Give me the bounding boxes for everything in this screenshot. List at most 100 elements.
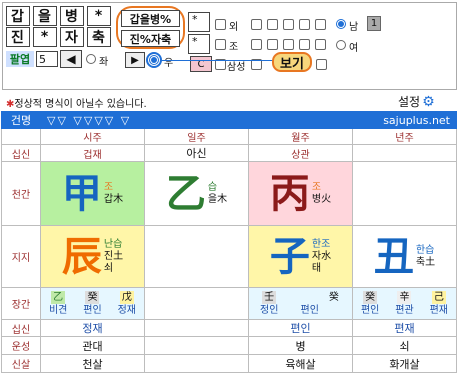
row-label-sipsin-2: 십신: [1, 319, 41, 337]
janggan-hour-char-1: 乙: [51, 290, 66, 304]
right-radio[interactable]: [146, 52, 162, 68]
option-checkbox-2[interactable]: [267, 19, 278, 30]
stem-month-note1: 조: [311, 181, 322, 193]
janggan-hour-char-3: 戊: [119, 290, 134, 304]
sipsin-hour: 겁재: [40, 144, 145, 162]
stem-cell-3[interactable]: 병: [60, 6, 84, 26]
jo-checkbox[interactable]: [215, 39, 226, 50]
column-day: 일주: [144, 128, 249, 145]
unseong-row: 운성 관대 병 쇠: [1, 336, 457, 355]
left-radio[interactable]: [86, 54, 96, 64]
option-checkbox-6[interactable]: [251, 39, 262, 50]
sinsal-hour: 천살: [40, 354, 145, 373]
row-label-unseong: 운성: [1, 336, 41, 355]
stem-hour[interactable]: 甲 조 갑木: [40, 161, 145, 226]
branch-cell-2[interactable]: *: [33, 27, 57, 47]
female-label: 여: [349, 43, 359, 54]
settings-button[interactable]: 설정 ⚙: [398, 93, 435, 110]
oe-checkbox[interactable]: [215, 19, 226, 30]
janggan-month-label-1: 정인: [260, 304, 279, 316]
branch-hour[interactable]: 辰 난습 진土 쇠: [40, 225, 145, 288]
stem-day-note1: 습: [207, 181, 218, 193]
janggan-month-label-2: 편인: [300, 304, 319, 316]
option-checkbox-3[interactable]: [283, 19, 294, 30]
janggan-hour-char-2: 癸: [85, 290, 100, 304]
branch-cell-4[interactable]: 축: [87, 27, 111, 47]
sipsin-bottom-month: 편인: [248, 319, 353, 337]
janggan-day: [144, 287, 249, 320]
female-radio[interactable]: [336, 40, 346, 50]
stem-cell-4[interactable]: *: [87, 6, 111, 26]
star-input-1[interactable]: *: [188, 12, 210, 32]
janggan-year-char-3: 己: [431, 290, 446, 304]
stem-year[interactable]: [352, 161, 457, 226]
sipsin-year: [352, 144, 457, 162]
branch-year-note1: 한습: [415, 244, 435, 256]
stem-cell-2[interactable]: 을: [33, 6, 57, 26]
sinsal-row: 신살 천살 육해살 화개살: [1, 354, 457, 373]
janggan-year-label-2: 편관: [395, 304, 414, 316]
stem-month[interactable]: 丙 조 병火: [248, 161, 353, 226]
view-button[interactable]: 보기: [272, 52, 312, 72]
column-year: 년주: [352, 128, 457, 145]
row-label-sinsal: 신살: [1, 354, 41, 373]
ji-input[interactable]: 진%자축: [121, 30, 180, 47]
right-arrow-button[interactable]: ▶: [125, 52, 145, 68]
option-checkbox-9[interactable]: [299, 39, 310, 50]
unseong-day: [144, 336, 249, 355]
option-checkbox-1[interactable]: [251, 19, 262, 30]
header-spacer: [248, 111, 353, 129]
branch-month-note3: 태: [311, 262, 322, 274]
column-hour: 시주: [40, 128, 145, 145]
option-checkbox-8[interactable]: [283, 39, 294, 50]
branch-cell-3[interactable]: 자: [60, 27, 84, 47]
stem-day[interactable]: 乙 습 을木: [144, 161, 249, 226]
option-checkbox-10[interactable]: [315, 39, 326, 50]
unseong-hour: 관대: [40, 336, 145, 355]
option-checkbox-4[interactable]: [299, 19, 310, 30]
header-triangles: ▽▽ ▽▽▽▽ ▽: [40, 111, 249, 129]
star-input-2[interactable]: *: [188, 34, 210, 54]
janggan-hour-label-3: 정재: [117, 304, 137, 316]
left-arrow-button[interactable]: ◀: [60, 50, 82, 68]
unseong-year: 쇠: [352, 336, 457, 355]
gender-code-field[interactable]: 1: [367, 16, 381, 31]
saju-table: 건명 ▽▽ ▽▽▽▽ ▽ sajuplus.net 시주 일주 월주 년주 십신…: [1, 111, 457, 373]
branch-year-char: 丑: [373, 232, 414, 280]
branch-month[interactable]: 子 한조 자水 태: [248, 225, 353, 288]
sinsal-year: 화개살: [352, 354, 457, 373]
palyeop-label: 팔엽: [6, 51, 34, 67]
janggan-year-label-1: 편인: [360, 304, 380, 316]
option-checkbox-12[interactable]: [316, 59, 327, 70]
janggan-year: 癸 辛 己 편인 편관 편재: [352, 287, 457, 320]
stem-hour-note2: 갑木: [103, 193, 124, 205]
branch-year-note2: 축土: [415, 256, 436, 268]
header-label: 건명: [1, 111, 41, 129]
option-checkbox-7[interactable]: [267, 39, 278, 50]
janggan-hour: 乙 癸 戊 비견 편인 정재: [40, 287, 145, 320]
site-name: sajuplus.net: [352, 111, 457, 129]
janggan-hour-label-2: 편인: [83, 304, 102, 316]
row-label-jiji: 지지: [1, 225, 41, 288]
c-button[interactable]: C: [190, 56, 212, 72]
settings-label: 설정: [398, 95, 421, 109]
branch-cell-1[interactable]: 진: [6, 27, 30, 47]
sinsal-month: 육해살: [248, 354, 353, 373]
column-header-row: 시주 일주 월주 년주: [1, 128, 457, 145]
janggan-hour-label-1: 비견: [48, 304, 68, 316]
branch-month-char: 子: [269, 232, 310, 280]
jo-label: 조: [229, 42, 239, 53]
janggan-month: 壬 癸 정인 편인: [248, 287, 353, 320]
stem-hour-char: 甲: [61, 169, 102, 217]
janggan-row: 장간 乙 癸 戊 비견 편인 정재 壬 癸 정인 편인 癸 辛 己 편인 편관 편재: [1, 287, 457, 320]
option-checkbox-5[interactable]: [315, 19, 326, 30]
janggan-month-char-1: 壬: [262, 290, 277, 304]
male-radio[interactable]: [336, 19, 346, 29]
palyeop-select[interactable]: 5: [36, 51, 58, 67]
stem-cell-1[interactable]: 갑: [6, 6, 30, 26]
branch-year[interactable]: 丑 한습 축土: [352, 225, 457, 288]
janggan-month-char-3: 癸: [328, 291, 339, 303]
gan-input[interactable]: 갑을병%: [121, 10, 180, 27]
branch-hour-note1: 난습: [103, 238, 123, 250]
branch-day[interactable]: [144, 225, 249, 288]
